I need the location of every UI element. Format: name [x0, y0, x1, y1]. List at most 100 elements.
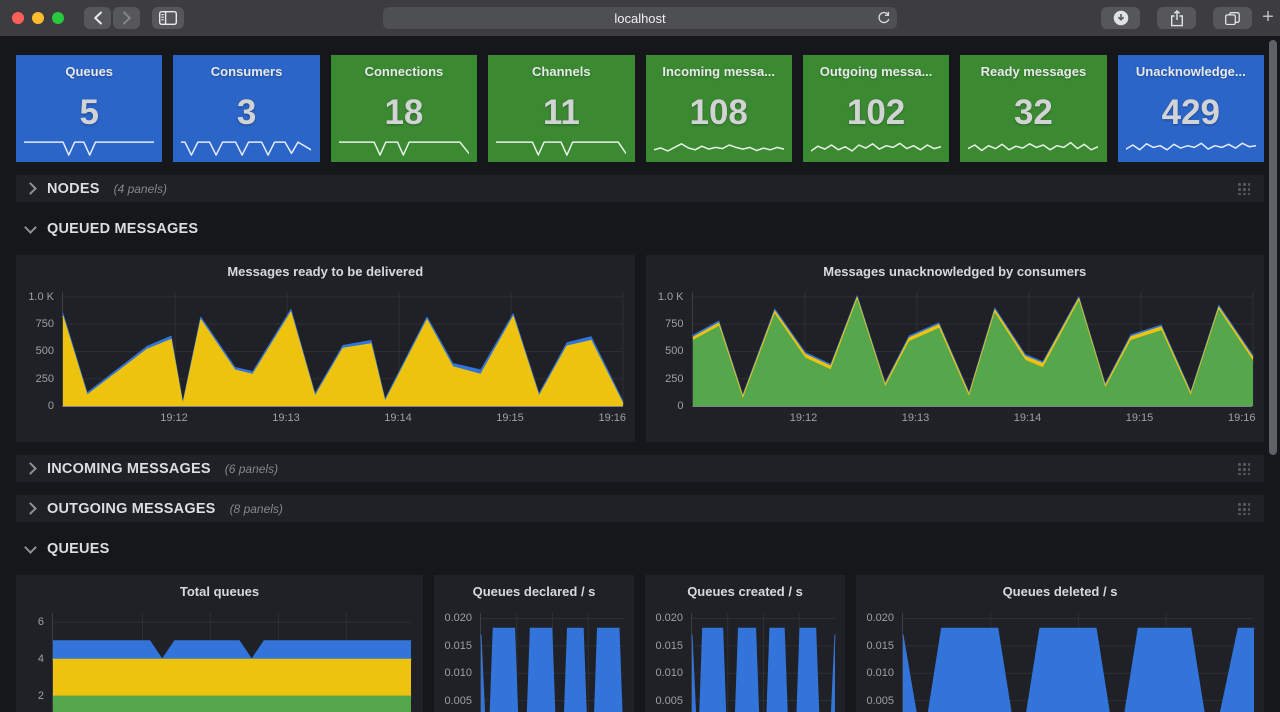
row-queued-messages[interactable]: QUEUED MESSAGES: [16, 215, 1264, 242]
stat-value: 32: [1014, 93, 1053, 133]
stat-value: 18: [384, 93, 423, 133]
new-tab-button[interactable]: +: [1258, 4, 1278, 30]
y-axis-tick-label: 1.0 K: [646, 290, 684, 304]
address-bar[interactable]: localhost: [383, 7, 897, 29]
panel-title[interactable]: Queues deleted / s: [856, 575, 1264, 599]
chart-plot[interactable]: [52, 613, 411, 712]
y-axis-tick-label: 0.005: [434, 694, 472, 708]
drag-handle-icon[interactable]: [1237, 502, 1250, 515]
stat-panel-outgoing-messages[interactable]: Outgoing messa... 102: [803, 55, 949, 162]
chart-plot[interactable]: [902, 613, 1254, 712]
panel-title[interactable]: Total queues: [16, 575, 423, 599]
stat-panel-consumers[interactable]: Consumers 3: [173, 55, 319, 162]
stat-title: Incoming messa...: [662, 64, 775, 79]
y-axis-tick-label: 0.020: [645, 611, 683, 625]
stat-value: 108: [689, 93, 747, 133]
panel-messages-ready[interactable]: Messages ready to be delivered 025050075…: [16, 255, 635, 442]
sidebar-toggle-button[interactable]: [152, 7, 184, 29]
tab-overview-button[interactable]: [1213, 7, 1252, 29]
stat-value: 429: [1162, 93, 1220, 133]
row-title: NODES: [47, 181, 100, 197]
stat-value: 5: [79, 93, 98, 133]
download-icon: [1113, 10, 1129, 26]
panel-queues-created[interactable]: Queues created / s 0.005 0.010 0.015 0.020: [645, 575, 845, 712]
share-icon: [1170, 10, 1184, 27]
chart-plot[interactable]: [692, 292, 1253, 407]
y-axis-tick-label: 0.005: [856, 694, 894, 708]
row-panel-count: (4 panels): [114, 182, 167, 196]
stat-panel-queues[interactable]: Queues 5: [16, 55, 162, 162]
panel-total-queues[interactable]: Total queues 246: [16, 575, 423, 712]
panel-title[interactable]: Queues created / s: [645, 575, 845, 599]
x-axis-tick-label: 19:13: [892, 412, 940, 426]
y-axis-tick-label: 0.020: [856, 611, 894, 625]
stat-title: Queues: [65, 64, 113, 79]
chart-plot[interactable]: [62, 292, 623, 407]
share-button[interactable]: [1157, 7, 1196, 29]
close-window-button[interactable]: [12, 12, 24, 24]
y-axis-tick-label: 6: [16, 615, 44, 629]
sparkline: [496, 133, 626, 157]
panel-messages-unacknowledged[interactable]: Messages unacknowledged by consumers 025…: [646, 255, 1265, 442]
chevron-right-icon: [24, 502, 37, 515]
y-axis-tick-label: 0.005: [645, 694, 683, 708]
reload-button[interactable]: [877, 11, 891, 25]
row-outgoing-messages[interactable]: OUTGOING MESSAGES (8 panels): [16, 495, 1264, 522]
chevron-right-icon: [24, 462, 37, 475]
row-queues[interactable]: QUEUES: [16, 535, 1264, 562]
scrollbar-thumb[interactable]: [1269, 40, 1277, 455]
sparkline: [968, 133, 1098, 157]
y-axis-tick-label: 0.010: [856, 666, 894, 680]
sparkline: [1126, 133, 1256, 157]
sparkline: [24, 133, 154, 157]
y-axis-tick-label: 250: [646, 372, 684, 386]
stat-panel-ready-messages[interactable]: Ready messages 32: [960, 55, 1106, 162]
panel-title[interactable]: Queues declared / s: [434, 575, 634, 599]
row-nodes[interactable]: NODES (4 panels): [16, 175, 1264, 202]
y-axis-tick-label: 0.015: [434, 639, 472, 653]
panel-queues-deleted[interactable]: Queues deleted / s 0.0050.0100.0150.020: [856, 575, 1264, 712]
y-axis-tick-label: 0.010: [645, 666, 683, 680]
y-axis-tick-label: 0.015: [645, 639, 683, 653]
sidebar-icon: [159, 11, 177, 25]
back-button[interactable]: [84, 7, 111, 29]
sparkline: [654, 133, 784, 157]
y-axis-tick-label: 4: [16, 652, 44, 666]
panel-title[interactable]: Messages unacknowledged by consumers: [646, 255, 1265, 279]
url-text: localhost: [614, 11, 665, 26]
stat-panel-channels[interactable]: Channels 11: [488, 55, 634, 162]
chevron-down-icon: [24, 541, 37, 554]
stat-value: 102: [847, 93, 905, 133]
minimize-window-button[interactable]: [32, 12, 44, 24]
x-axis-tick-label: 19:15: [486, 412, 534, 426]
sparkline: [181, 133, 311, 157]
reload-icon: [877, 11, 891, 25]
y-axis-tick-label: 750: [646, 317, 684, 331]
stat-title: Connections: [365, 64, 444, 79]
y-axis-tick-label: 0: [16, 399, 54, 413]
x-axis-tick-label: 19:12: [150, 412, 198, 426]
y-axis-tick-label: 500: [16, 344, 54, 358]
chart-plot[interactable]: [480, 613, 624, 712]
zoom-window-button[interactable]: [52, 12, 64, 24]
chevron-right-icon: [24, 182, 37, 195]
chevron-left-icon: [93, 11, 103, 25]
panel-queues-declared[interactable]: Queues declared / s 0.0050.0100.0150.020: [434, 575, 634, 712]
x-axis-tick-label: 19:16: [582, 412, 626, 426]
chart-plot[interactable]: [691, 613, 835, 712]
row-incoming-messages[interactable]: INCOMING MESSAGES (6 panels): [16, 455, 1264, 482]
y-axis-tick-label: 250: [16, 372, 54, 386]
panel-title[interactable]: Messages ready to be delivered: [16, 255, 635, 279]
stat-title: Consumers: [211, 64, 283, 79]
x-axis-tick-label: 19:15: [1116, 412, 1164, 426]
x-axis-tick-label: 19:13: [262, 412, 310, 426]
tabs-icon: [1225, 12, 1240, 25]
forward-button[interactable]: [113, 7, 140, 29]
stat-panel-connections[interactable]: Connections 18: [331, 55, 477, 162]
drag-handle-icon[interactable]: [1237, 462, 1250, 475]
stat-panel-unacknowledged[interactable]: Unacknowledge... 429: [1118, 55, 1264, 162]
stat-panel-incoming-messages[interactable]: Incoming messa... 108: [646, 55, 792, 162]
downloads-button[interactable]: [1101, 7, 1140, 29]
stat-title: Channels: [532, 64, 591, 79]
drag-handle-icon[interactable]: [1237, 182, 1250, 195]
